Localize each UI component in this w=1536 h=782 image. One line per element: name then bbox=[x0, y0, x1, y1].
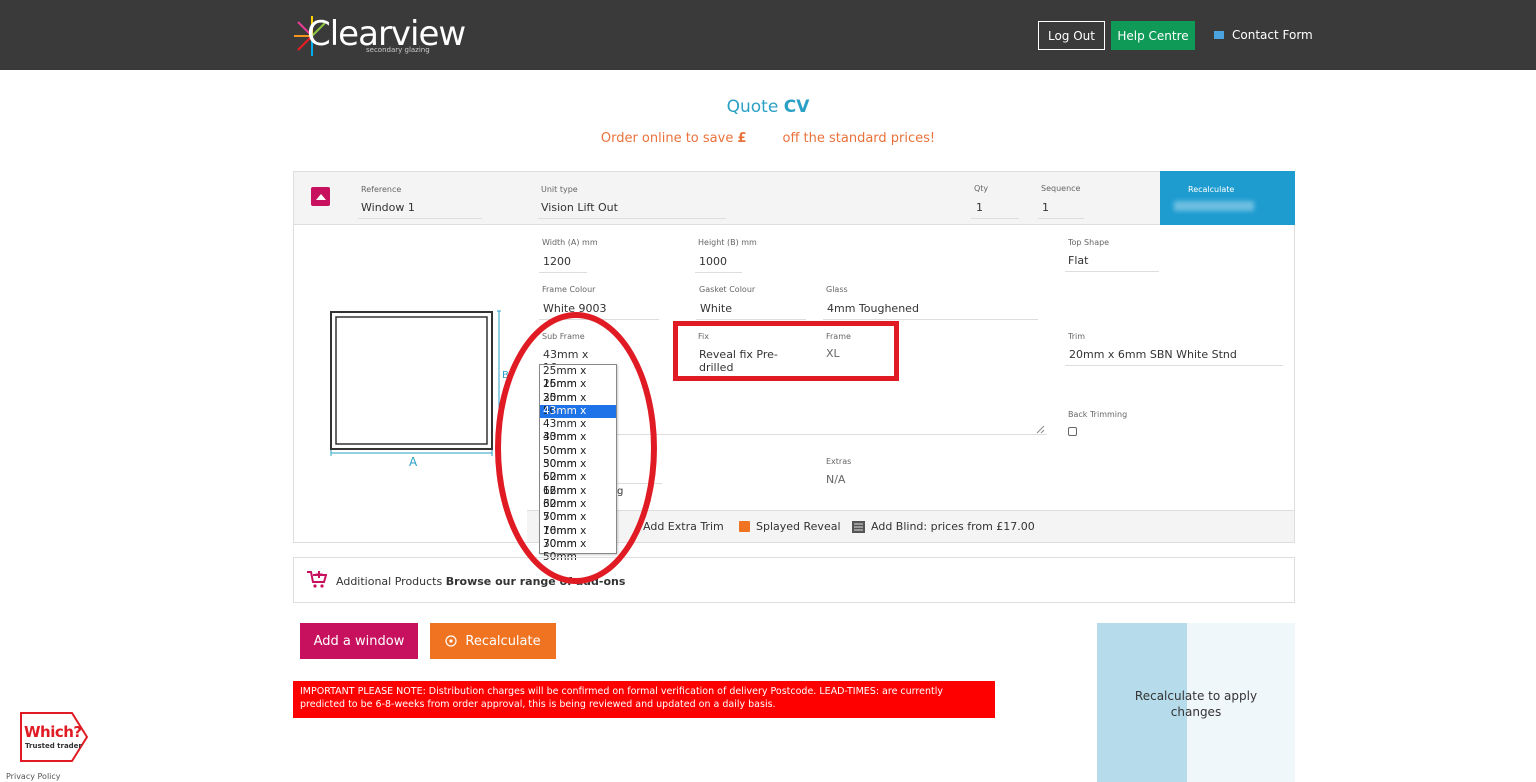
sequence-label: Sequence bbox=[1041, 184, 1081, 193]
privacy-policy-link[interactable]: Privacy Policy bbox=[6, 772, 61, 781]
top-shape-select[interactable]: Flat bbox=[1065, 254, 1159, 272]
height-input[interactable]: 1000 bbox=[695, 255, 742, 273]
edit-icon bbox=[739, 521, 750, 532]
refresh-icon bbox=[445, 635, 457, 647]
height-label: Height (B) mm bbox=[698, 238, 757, 247]
add-extra-trim-button[interactable]: Add Extra Trim bbox=[631, 520, 724, 533]
save-currency: £ bbox=[737, 131, 747, 146]
unit-type-select[interactable]: Vision Lift Out bbox=[538, 201, 726, 219]
splayed-reveal-button[interactable]: Splayed Reveal bbox=[739, 520, 841, 533]
window-diagram bbox=[330, 310, 501, 456]
add-blind-label: Add Blind: prices from £17.00 bbox=[871, 520, 1035, 533]
title-prefix: Quote bbox=[726, 97, 784, 117]
qty-label: Qty bbox=[974, 184, 989, 193]
blurred-price bbox=[1174, 201, 1254, 211]
glass-select[interactable]: 4mm Toughened bbox=[823, 302, 1038, 320]
important-notice: IMPORTANT PLEASE NOTE: Distribution char… bbox=[293, 681, 995, 718]
frame-colour-label: Frame Colour bbox=[542, 285, 596, 294]
cart-add-icon bbox=[307, 571, 327, 588]
page-title: Quote CV bbox=[0, 97, 1536, 117]
width-input[interactable]: 1200 bbox=[539, 255, 587, 273]
add-extra-trim-label: Add Extra Trim bbox=[643, 520, 724, 533]
which-logo-text: Which? bbox=[24, 723, 82, 741]
extras-value: N/A bbox=[826, 473, 846, 486]
reference-label: Reference bbox=[361, 185, 402, 194]
help-centre-button[interactable]: Help Centre bbox=[1111, 21, 1195, 50]
contact-form-label: Contact Form bbox=[1232, 28, 1313, 42]
logout-button[interactable]: Log Out bbox=[1038, 21, 1105, 50]
sequence-input[interactable]: 1 bbox=[1038, 201, 1084, 219]
title-code: CV bbox=[783, 97, 810, 117]
which-logo-subtext: Trusted trader bbox=[25, 742, 82, 750]
logo-tagline: secondary glazing bbox=[366, 46, 430, 54]
top-shape-label: Top Shape bbox=[1068, 238, 1110, 247]
collapse-button[interactable] bbox=[311, 187, 330, 206]
recalculate-price-box[interactable]: Recalculate bbox=[1160, 171, 1295, 225]
envelope-icon bbox=[1214, 31, 1224, 39]
savings-banner: Order online to save £ off the standard p… bbox=[0, 131, 1536, 146]
extras-label: Extras bbox=[826, 457, 852, 466]
save-prefix: Order online to save bbox=[600, 131, 738, 146]
splayed-reveal-label: Splayed Reveal bbox=[756, 520, 841, 533]
qty-input[interactable]: 1 bbox=[971, 201, 1019, 219]
add-blind-button[interactable]: Add Blind: prices from £17.00 bbox=[852, 520, 1035, 533]
add-window-button[interactable]: Add a window bbox=[300, 623, 418, 659]
annotation-oval bbox=[495, 312, 657, 584]
contact-form-link[interactable]: Contact Form bbox=[1214, 28, 1313, 42]
save-suffix: off the standard prices! bbox=[782, 131, 936, 146]
back-trimming-checkbox[interactable] bbox=[1068, 427, 1077, 436]
chevron-up-icon bbox=[315, 193, 326, 200]
gasket-colour-label: Gasket Colour bbox=[699, 285, 756, 294]
glass-label: Glass bbox=[826, 285, 848, 294]
recalculate-label: Recalculate bbox=[1188, 185, 1235, 194]
reference-input[interactable]: Window 1 bbox=[358, 201, 482, 219]
back-trimming-label: Back Trimming bbox=[1068, 410, 1128, 419]
trim-select[interactable]: 20mm x 6mm SBN White Stnd bbox=[1065, 348, 1283, 366]
annotation-rectangle bbox=[673, 321, 899, 381]
additional-products-label: Additional Products bbox=[336, 575, 443, 588]
gasket-colour-select[interactable]: White bbox=[696, 302, 806, 320]
trim-label: Trim bbox=[1068, 332, 1086, 341]
notes-textarea[interactable] bbox=[617, 380, 1047, 435]
summary-recalculate-message: Recalculate to apply changes bbox=[1134, 689, 1258, 719]
width-label: Width (A) mm bbox=[542, 238, 598, 247]
recalculate-button[interactable]: Recalculate bbox=[430, 623, 556, 659]
blind-icon bbox=[852, 520, 865, 533]
resize-handle-icon[interactable] bbox=[1036, 425, 1045, 434]
unit-type-label: Unit type bbox=[541, 185, 578, 194]
dimension-a-label: A bbox=[409, 455, 418, 469]
recalculate-label: Recalculate bbox=[465, 633, 541, 649]
